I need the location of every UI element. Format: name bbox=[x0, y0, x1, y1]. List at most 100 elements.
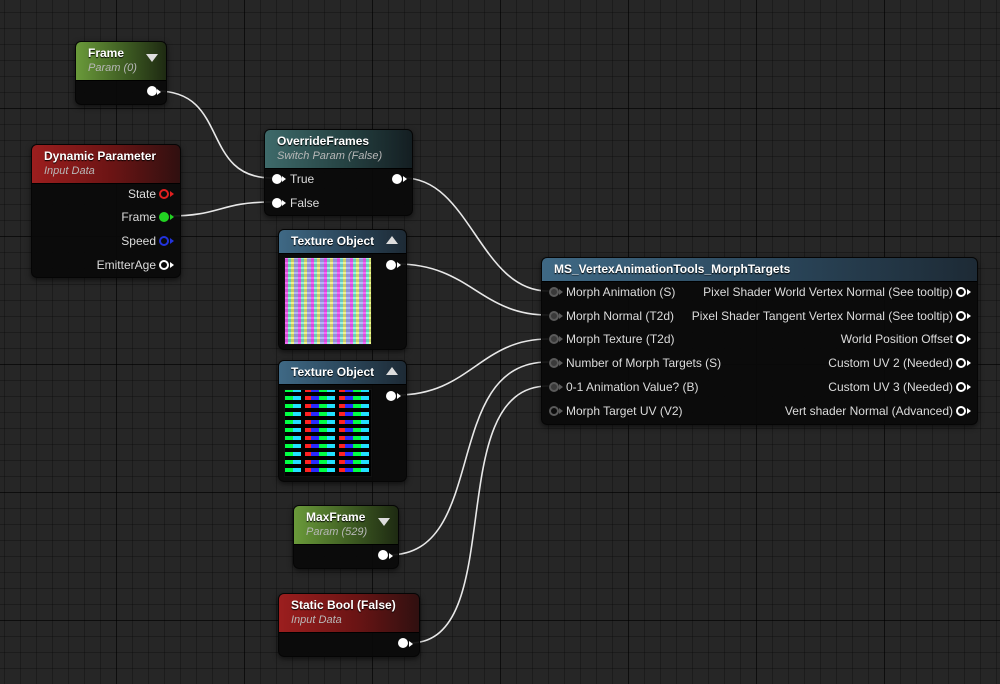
override-input-false-pin[interactable] bbox=[272, 198, 282, 208]
override-input-false-label: False bbox=[290, 196, 320, 210]
wire-tex1-to-morph-normal bbox=[396, 263, 549, 316]
dynamic-output-speed-pin[interactable] bbox=[159, 236, 169, 246]
wire-dynframe-to-false bbox=[169, 201, 273, 217]
morph-output-ps-tangent-normal-label: Pixel Shader Tangent Vertex Normal (See … bbox=[691, 309, 953, 323]
maxframe-param-subtitle: Param (529) bbox=[306, 526, 368, 538]
dynamic-output-emitterage-arrow-icon bbox=[170, 262, 174, 268]
morph-input-normal-label: Morph Normal (T2d) bbox=[566, 309, 675, 323]
dynamic-parameter-node[interactable]: Dynamic Parameter Input Data State Frame… bbox=[31, 144, 181, 278]
texture-object-1-title: Texture Object bbox=[291, 234, 375, 248]
morph-output-vert-normal-pin[interactable] bbox=[956, 406, 966, 416]
override-output-pin[interactable] bbox=[392, 174, 402, 184]
static-bool-output-arrow-icon bbox=[409, 641, 413, 647]
texture-object-node-1[interactable]: Texture Object bbox=[278, 229, 407, 350]
morph-input-normal-pin[interactable] bbox=[549, 311, 559, 321]
dynamic-output-frame-label: Frame bbox=[121, 210, 156, 224]
morph-input-uv-pin[interactable] bbox=[549, 406, 559, 416]
morph-input-normal-arrow-icon bbox=[559, 313, 563, 319]
morph-input-anim-value-pin[interactable] bbox=[549, 382, 559, 392]
morph-output-ps-tangent-normal-pin[interactable] bbox=[956, 311, 966, 321]
morph-input-anim-value-arrow-icon bbox=[559, 384, 563, 390]
dynamic-output-state-arrow-icon bbox=[170, 191, 174, 197]
morph-output-vert-normal-arrow-icon bbox=[967, 408, 971, 414]
morph-output-ps-world-normal-pin[interactable] bbox=[956, 287, 966, 297]
morph-output-wpo-pin[interactable] bbox=[956, 334, 966, 344]
texture-object-1-thumbnail bbox=[284, 257, 372, 345]
wire-override-to-morph-anim bbox=[403, 177, 549, 292]
dynamic-parameter-header[interactable]: Dynamic Parameter Input Data bbox=[32, 145, 180, 184]
wire-maxframe-to-morph-num bbox=[388, 361, 549, 556]
frame-param-output-pin[interactable] bbox=[147, 86, 157, 96]
frame-param-node[interactable]: Frame Param (0) bbox=[75, 41, 167, 105]
morph-output-custom-uv3-label: Custom UV 3 (Needed) bbox=[828, 380, 953, 394]
override-frames-subtitle: Switch Param (False) bbox=[277, 150, 383, 162]
maxframe-param-header[interactable]: MaxFrame Param (529) bbox=[294, 506, 398, 545]
maxframe-output-arrow-icon bbox=[389, 553, 393, 559]
morph-input-texture-label: Morph Texture (T2d) bbox=[566, 332, 675, 346]
texture-object-2-title: Texture Object bbox=[291, 365, 375, 379]
chevron-down-icon[interactable] bbox=[146, 54, 158, 62]
static-bool-node[interactable]: Static Bool (False) Input Data bbox=[278, 593, 420, 657]
morph-output-wpo-label: World Position Offset bbox=[840, 332, 953, 346]
texture-object-2-header[interactable]: Texture Object bbox=[279, 361, 406, 385]
morph-output-vert-normal-label: Vert shader Normal (Advanced) bbox=[784, 404, 953, 418]
dynamic-output-speed-arrow-icon bbox=[170, 238, 174, 244]
override-input-false-arrow-icon bbox=[282, 200, 286, 206]
morph-input-animation-pin[interactable] bbox=[549, 287, 559, 297]
morph-input-num-targets-pin[interactable] bbox=[549, 358, 559, 368]
override-output-arrow-icon bbox=[403, 176, 407, 182]
texture-object-2-output-pin[interactable] bbox=[386, 391, 396, 401]
static-bool-title: Static Bool (False) bbox=[291, 598, 396, 612]
maxframe-output-pin[interactable] bbox=[378, 550, 388, 560]
maxframe-param-title: MaxFrame bbox=[306, 510, 366, 524]
dynamic-parameter-subtitle: Input Data bbox=[44, 165, 95, 177]
morph-input-uv-arrow-icon bbox=[559, 408, 563, 414]
override-frames-node[interactable]: OverrideFrames Switch Param (False) True… bbox=[264, 129, 413, 216]
morph-targets-function-node[interactable]: MS_VertexAnimationTools_MorphTargets Mor… bbox=[541, 257, 978, 425]
chevron-up-icon[interactable] bbox=[386, 236, 398, 244]
dynamic-output-emitterage-pin[interactable] bbox=[159, 260, 169, 270]
override-frames-header[interactable]: OverrideFrames Switch Param (False) bbox=[265, 130, 412, 169]
morph-targets-header[interactable]: MS_VertexAnimationTools_MorphTargets bbox=[542, 258, 977, 282]
morph-input-num-targets-arrow-icon bbox=[559, 360, 563, 366]
morph-output-custom-uv2-arrow-icon bbox=[967, 360, 971, 366]
chevron-up-icon[interactable] bbox=[386, 367, 398, 375]
frame-param-subtitle: Param (0) bbox=[88, 62, 137, 74]
morph-output-ps-tangent-normal-arrow-icon bbox=[967, 313, 971, 319]
texture-object-2-output-arrow-icon bbox=[397, 393, 401, 399]
dynamic-output-frame-pin[interactable] bbox=[159, 212, 169, 222]
texture-object-1-header[interactable]: Texture Object bbox=[279, 230, 406, 254]
morph-input-texture-pin[interactable] bbox=[549, 334, 559, 344]
dynamic-output-state-label: State bbox=[127, 187, 156, 201]
texture-object-node-2[interactable]: Texture Object bbox=[278, 360, 407, 482]
morph-output-ps-world-normal-arrow-icon bbox=[967, 289, 971, 295]
morph-output-custom-uv2-pin[interactable] bbox=[956, 358, 966, 368]
morph-output-ps-world-normal-label: Pixel Shader World Vertex Normal (See to… bbox=[703, 285, 953, 299]
morph-output-custom-uv3-pin[interactable] bbox=[956, 382, 966, 392]
morph-targets-title: MS_VertexAnimationTools_MorphTargets bbox=[554, 262, 791, 276]
maxframe-param-node[interactable]: MaxFrame Param (529) bbox=[293, 505, 399, 569]
static-bool-output-pin[interactable] bbox=[398, 638, 408, 648]
dynamic-output-state-pin[interactable] bbox=[159, 189, 169, 199]
morph-input-num-targets-label: Number of Morph Targets (S) bbox=[566, 356, 722, 370]
morph-input-anim-value-label: 0-1 Animation Value? (B) bbox=[566, 380, 699, 394]
morph-input-uv-label: Morph Target UV (V2) bbox=[566, 404, 683, 418]
morph-output-custom-uv2-label: Custom UV 2 (Needed) bbox=[828, 356, 953, 370]
dynamic-parameter-title: Dynamic Parameter bbox=[44, 149, 157, 163]
wire-staticbool-to-morph-bool bbox=[409, 385, 549, 644]
override-input-true-pin[interactable] bbox=[272, 174, 282, 184]
frame-param-output-arrow-icon bbox=[157, 89, 161, 95]
morph-output-wpo-arrow-icon bbox=[967, 336, 971, 342]
morph-output-custom-uv3-arrow-icon bbox=[967, 384, 971, 390]
texture-object-1-output-pin[interactable] bbox=[386, 260, 396, 270]
dynamic-output-emitterage-label: EmitterAge bbox=[96, 258, 156, 272]
morph-input-animation-arrow-icon bbox=[559, 289, 563, 295]
texture-object-1-output-arrow-icon bbox=[397, 262, 401, 268]
dynamic-output-speed-label: Speed bbox=[121, 234, 156, 248]
override-input-true-label: True bbox=[290, 172, 315, 186]
chevron-down-icon[interactable] bbox=[378, 518, 390, 526]
morph-input-animation-label: Morph Animation (S) bbox=[566, 285, 676, 299]
frame-param-header[interactable]: Frame Param (0) bbox=[76, 42, 166, 81]
static-bool-header[interactable]: Static Bool (False) Input Data bbox=[279, 594, 419, 633]
override-frames-title: OverrideFrames bbox=[277, 134, 370, 148]
